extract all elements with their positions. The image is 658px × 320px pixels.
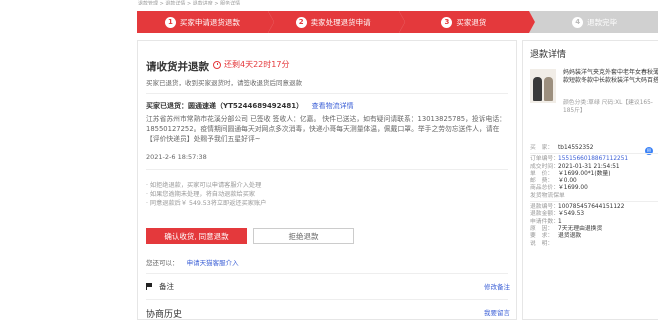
step-number: 2 <box>295 16 307 28</box>
detail-row: 商品总价： ￥1699.00 <box>530 185 588 192</box>
product-name[interactable]: 妈妈装洋气夹克外套中老年女春秋薄款短款冬款中长款秋装洋气大码百搭 <box>563 69 658 85</box>
divider <box>146 169 508 170</box>
shipping-label: 买家已退货：圆通速递（YT5244689492481） <box>146 102 304 110</box>
clock-icon <box>213 60 221 69</box>
step-label: 买家退货 <box>456 17 487 27</box>
detail-row: 买 家： tb14552352 <box>530 145 594 151</box>
divider <box>530 153 658 155</box>
tracking-text: 江苏省苏州市常熟市花溪分部公司 已签收 签收人：亿嘉。 快件已送达，如有疑问请联… <box>146 115 506 143</box>
countdown: 还剩4天22时17分 <box>213 59 289 70</box>
more-actions-label: 您还可以： <box>146 259 179 267</box>
model-figure <box>544 77 553 101</box>
detail-row: 要 求： 退货退款 <box>530 233 582 240</box>
step-label: 卖家处理退货申请 <box>310 17 371 27</box>
product-image[interactable] <box>530 69 556 103</box>
more-actions: 您还可以： 申请天猫客服介入 <box>146 257 239 267</box>
detail-row: 退款金额： ￥549.53 <box>530 211 585 218</box>
step-label: 买家申请退货退款 <box>179 17 240 27</box>
notice-item: · 如果您逾期未处理，将自动退款给买家 <box>146 191 256 198</box>
refund-action-panel: 请收货并退款 还剩4天22时17分 买家已退货，收到买家退货时，请签收退货后同意… <box>137 40 517 320</box>
note-label: 备注 <box>159 282 174 291</box>
flag-icon <box>146 283 153 290</box>
note-bar: 备注 修改备注 <box>146 281 510 292</box>
detail-row: 说 明： <box>530 240 554 247</box>
breadcrumb: 退款管理 > 退款详情 > 退款进度 > 服务详情 <box>138 1 241 5</box>
page-title: 请收货并退款 <box>146 61 209 73</box>
reject-refund-button[interactable]: 拒绝退款 <box>253 228 354 244</box>
view-logistics-link[interactable]: 查看物流详情 <box>312 102 354 110</box>
detail-row: 订单编号： 1551566018867112251 <box>530 156 629 163</box>
step-3: 3 买家退货 <box>398 11 536 33</box>
detail-row: 发货物流保单 <box>530 192 565 199</box>
notice-list: · 如拒绝退款，买家可以申请客服介入处理 · 如果您逾期未处理，将自动退款给买家… <box>146 181 266 208</box>
refund-details-panel: 退款详情 妈妈装洋气夹克外套中老年女春秋薄款短款冬款中长款秋装洋气大码百搭 颜色… <box>522 40 658 320</box>
details-list: 买 家： tb14552352 订单编号： 1551566018867112251 … <box>530 145 658 248</box>
tracking-date: 2021-2-6 18:57:38 <box>146 153 207 161</box>
step-arrow-icon <box>267 11 274 33</box>
subtitle: 买家已退货，收到买家退货时，请签收退货后同意退款 <box>146 79 302 87</box>
step-label: 退款完毕 <box>587 17 618 27</box>
progress-steps: 1 买家申请退货退款 2 卖家处理退货申请 3 买家退货 4 退款完毕 <box>137 11 658 33</box>
notice-item: · 同意退款后￥ 549.53将立即返还买家账户 <box>146 200 267 207</box>
notice-item: · 如拒绝退款，买家可以申请客服介入处理 <box>146 182 262 189</box>
step-2: 2 卖家处理退货申请 <box>267 11 405 33</box>
detail-row: 成交时间： 2021-01-31 21:54:51 <box>530 163 620 170</box>
step-number: 1 <box>164 16 176 28</box>
step-1: 1 买家申请退货退款 <box>137 11 274 33</box>
confirm-refund-button[interactable]: 确认收货, 同意退款 <box>146 228 247 244</box>
divider <box>146 93 508 94</box>
detail-row: 申请件数： 1 <box>530 218 562 225</box>
step-number: 3 <box>441 16 453 28</box>
side-title: 退款详情 <box>530 50 567 60</box>
model-figure <box>533 77 542 101</box>
step-arrow-icon <box>529 11 536 33</box>
step-4: 4 退款完毕 <box>529 11 658 33</box>
divider <box>146 299 508 300</box>
edit-note-link[interactable]: 修改备注 <box>484 281 510 292</box>
step-number: 4 <box>572 16 584 28</box>
divider <box>146 273 508 274</box>
countdown-text: 还剩4天22时17分 <box>224 60 290 69</box>
step-arrow-icon <box>398 11 405 33</box>
divider <box>530 201 658 203</box>
customer-service-link[interactable]: 申请天猫客服介入 <box>187 259 239 267</box>
product-sku: 颜色分类:草绿 尺码:XL【建议165-185斤】 <box>563 100 653 114</box>
shipping-info: 买家已退货：圆通速递（YT5244689492481） 查看物流详情 <box>146 101 354 111</box>
